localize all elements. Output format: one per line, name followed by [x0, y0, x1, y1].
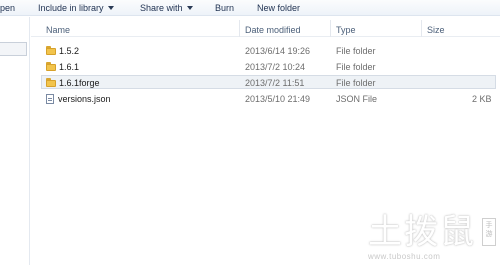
type-cell: File folder	[336, 46, 376, 56]
new-folder-button[interactable]: New folder	[257, 2, 300, 14]
file-name: 1.6.1	[59, 62, 80, 72]
size-cell: 2 KB	[472, 94, 492, 104]
date-modified-cell: 2013/5/10 21:49	[245, 94, 311, 104]
column-header-type[interactable]: Type	[336, 17, 356, 37]
watermark-tag: 手游	[482, 218, 496, 246]
file-row[interactable]: versions.json 2013/5/10 21:49 JSON File …	[41, 91, 496, 105]
column-divider[interactable]	[330, 20, 331, 37]
file-icon	[46, 94, 54, 104]
file-name-cell: versions.json	[46, 92, 111, 106]
watermark-url: www.tuboshu.com	[368, 252, 441, 261]
date-modified-cell: 2013/7/2 11:51	[245, 78, 305, 88]
file-row[interactable]: 1.5.2 2013/6/14 19:26 File folder	[41, 43, 496, 57]
nav-selected-item[interactable]	[0, 42, 27, 56]
column-divider[interactable]	[421, 20, 422, 37]
command-bar: pen Include in library Share with Burn N…	[0, 0, 500, 16]
include-in-library-label: Include in library	[38, 3, 104, 13]
share-with-button[interactable]: Share with	[140, 2, 193, 14]
column-header-row: Name Date modified Type Size	[31, 17, 500, 37]
open-button[interactable]: pen	[0, 2, 15, 14]
date-modified-cell: 2013/6/14 19:26	[245, 46, 311, 56]
file-name-cell: 1.6.1forge	[46, 76, 100, 90]
type-cell: JSON File	[336, 94, 378, 104]
dropdown-caret-icon	[107, 6, 114, 10]
file-name: versions.json	[58, 94, 111, 104]
date-modified-cell: 2013/7/2 10:24	[245, 62, 306, 72]
file-row-selected[interactable]: 1.6.1forge 2013/7/2 11:51 File folder	[41, 75, 496, 89]
column-divider[interactable]	[239, 20, 240, 37]
folder-icon	[46, 78, 56, 87]
column-header-size[interactable]: Size	[427, 17, 445, 37]
file-row[interactable]: 1.6.1 2013/7/2 10:24 File folder	[41, 59, 496, 73]
type-cell: File folder	[336, 78, 376, 88]
file-name: 1.5.2	[59, 46, 80, 56]
share-with-label: Share with	[140, 3, 183, 13]
dropdown-caret-icon	[186, 6, 193, 10]
column-header-name[interactable]: Name	[46, 17, 70, 37]
watermark-text: 土拨鼠	[368, 212, 476, 252]
navigation-pane[interactable]	[0, 17, 30, 265]
column-header-date[interactable]: Date modified	[245, 17, 301, 37]
include-in-library-button[interactable]: Include in library	[38, 2, 114, 14]
burn-button[interactable]: Burn	[215, 2, 234, 14]
file-name-cell: 1.5.2	[46, 44, 79, 58]
folder-icon	[46, 46, 56, 55]
watermark-logo: 土拨鼠 手游 www.tuboshu.com	[360, 212, 500, 265]
folder-icon	[46, 62, 56, 71]
type-cell: File folder	[336, 62, 376, 72]
file-name-cell: 1.6.1	[46, 60, 79, 74]
file-name: 1.6.1forge	[59, 78, 100, 88]
